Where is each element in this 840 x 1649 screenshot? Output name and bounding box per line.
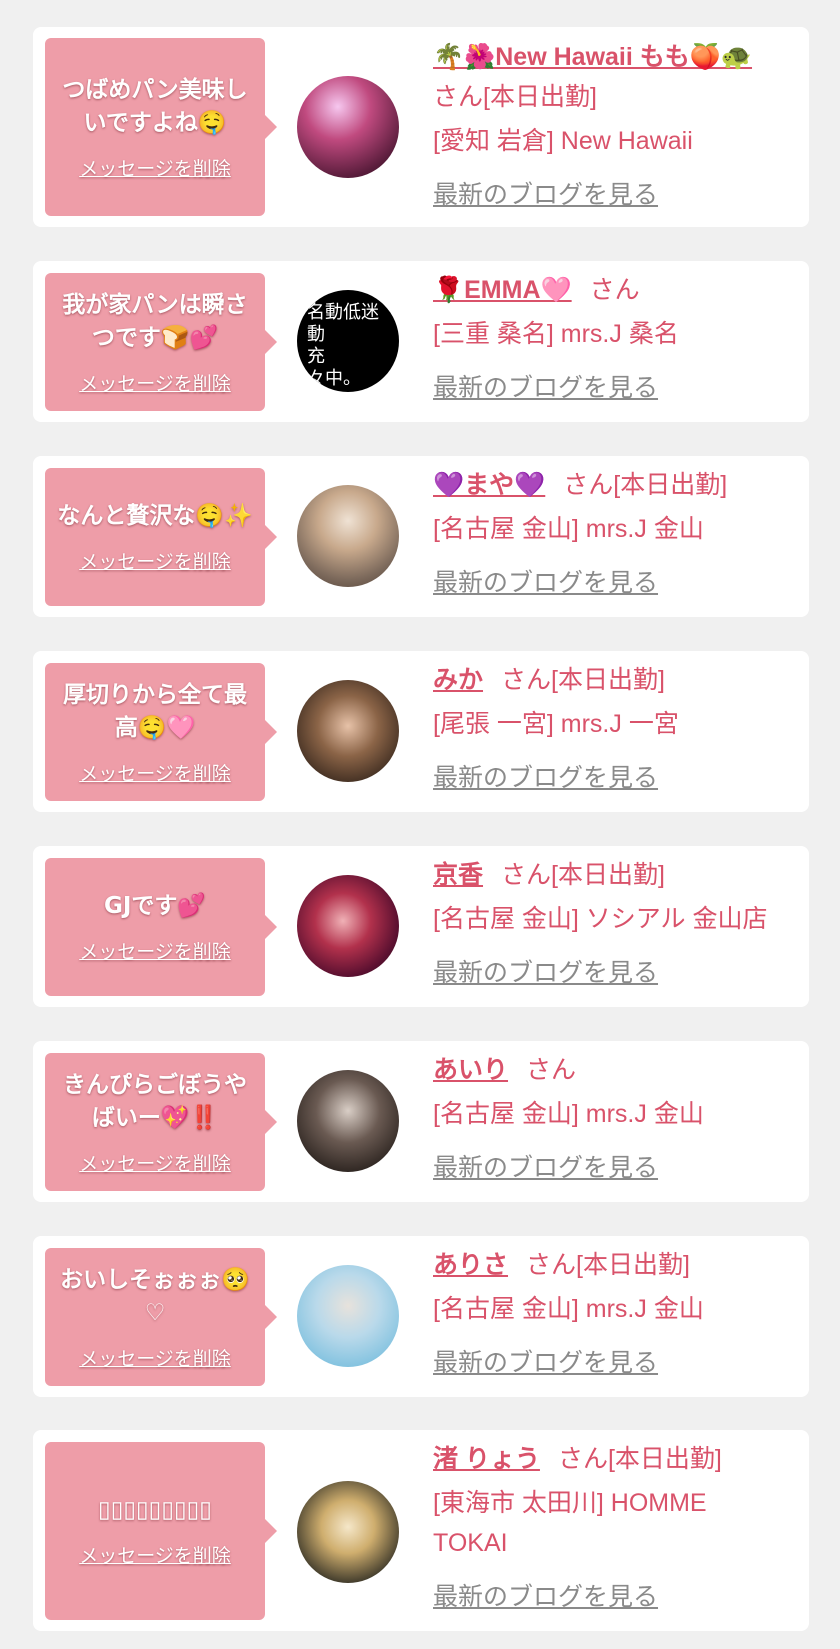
profile-info: 🌹EMMA🩷 さん [三重 桑名] mrs.J 桑名 最新のブログを見る: [433, 270, 793, 404]
name-line: 🌹EMMA🩷 さん: [433, 270, 793, 310]
name-line: 🌴🌺New Hawaii もも🍑🐢: [433, 37, 793, 77]
blog-link[interactable]: 最新のブログを見る: [433, 1577, 658, 1613]
blog-link[interactable]: 最新のブログを見る: [433, 953, 658, 989]
avatar[interactable]: [297, 76, 399, 178]
message-card: ▯▯▯▯▯▯▯▯▯ メッセージを削除 渚 りょう さん[本日出勤] [東海市 太田…: [33, 1430, 809, 1631]
profile-name-link[interactable]: 🌹EMMA🩷: [433, 276, 572, 304]
profile-name-link[interactable]: あいり: [433, 1056, 508, 1084]
message-bubble: ▯▯▯▯▯▯▯▯▯ メッセージを削除: [45, 1442, 277, 1620]
message-bubble: 厚切りから全て最高🤤🩷 メッセージを削除: [45, 663, 277, 801]
avatar[interactable]: [297, 875, 399, 977]
message-text: つばめパン美味しいですよね🤤: [62, 76, 248, 136]
shop-location: [名古屋 金山] mrs.J 金山: [433, 1295, 704, 1323]
message-text: なんと贅沢な🤤✨: [57, 503, 253, 529]
profile-name-link[interactable]: ありさ: [433, 1251, 508, 1279]
name-suffix: さん: [589, 276, 640, 304]
message-text: 我が家パンは瞬さつです🍞💕: [62, 291, 248, 351]
delete-message-link[interactable]: メッセージを削除: [79, 1541, 231, 1568]
message-card: 厚切りから全て最高🤤🩷 メッセージを削除 みか さん[本日出勤] [尾張 一宮] …: [33, 651, 809, 812]
name-suffix: さん[本日出勤]: [433, 83, 597, 111]
name-suffix: さん[本日出勤]: [557, 1445, 722, 1473]
profile-name-link[interactable]: 🌴🌺New Hawaii もも🍑🐢: [433, 43, 752, 71]
avatar[interactable]: [297, 485, 399, 587]
name-suffix: さん[本日出勤]: [501, 666, 665, 694]
profile-name-link[interactable]: みか: [433, 666, 483, 694]
name-suffix: さん[本日出勤]: [501, 861, 665, 889]
blog-link[interactable]: 最新のブログを見る: [433, 563, 658, 599]
message-card: きんぴらごぼうやばいー💖‼️ メッセージを削除 あいり さん [名古屋 金山] m…: [33, 1041, 809, 1202]
message-text: ▯▯▯▯▯▯▯▯▯: [98, 1497, 212, 1523]
name-line: 京香 さん[本日出勤]: [433, 855, 805, 895]
delete-message-link[interactable]: メッセージを削除: [79, 154, 231, 181]
blog-link[interactable]: 最新のブログを見る: [433, 368, 658, 404]
delete-message-link[interactable]: メッセージを削除: [79, 759, 231, 786]
name-suffix: さん: [526, 1056, 577, 1084]
name-line: ありさ さん[本日出勤]: [433, 1245, 793, 1285]
message-list: つばめパン美味しいですよね🤤 メッセージを削除 🌴🌺New Hawaii もも🍑…: [0, 0, 840, 1649]
blog-link[interactable]: 最新のブログを見る: [433, 1343, 658, 1379]
name-suffix: さん[本日出勤]: [526, 1251, 690, 1279]
profile-info: みか さん[本日出勤] [尾張 一宮] mrs.J 一宮 最新のブログを見る: [433, 660, 793, 794]
message-text: きんぴらごぼうやばいー💖‼️: [63, 1071, 247, 1131]
profile-info: 京香 さん[本日出勤] [名古屋 金山] ソシアル 金山店 最新のブログを見る: [433, 855, 805, 989]
message-bubble: GJです💕 メッセージを削除: [45, 858, 277, 996]
profile-info: 渚 りょう さん[本日出勤] [東海市 太田川] HOMME TOKAI 最新のブ…: [433, 1439, 793, 1613]
delete-message-link[interactable]: メッセージを削除: [79, 547, 231, 574]
delete-message-link[interactable]: メッセージを削除: [79, 369, 231, 396]
name-line: あいり さん: [433, 1050, 793, 1090]
avatar[interactable]: [297, 1070, 399, 1172]
profile-info: あいり さん [名古屋 金山] mrs.J 金山 最新のブログを見る: [433, 1050, 793, 1184]
delete-message-link[interactable]: メッセージを削除: [79, 1344, 231, 1371]
message-card: おいしそぉぉぉ🥺♡ メッセージを削除 ありさ さん[本日出勤] [名古屋 金山] …: [33, 1236, 809, 1397]
shop-location: [愛知 岩倉] New Hawaii: [433, 127, 693, 155]
shop-location: [名古屋 金山] mrs.J 金山: [433, 1100, 704, 1128]
message-card: つばめパン美味しいですよね🤤 メッセージを削除 🌴🌺New Hawaii もも🍑…: [33, 27, 809, 227]
name-line: 渚 りょう さん[本日出勤]: [433, 1439, 793, 1479]
message-card: GJです💕 メッセージを削除 京香 さん[本日出勤] [名古屋 金山] ソシアル …: [33, 846, 809, 1007]
delete-message-link[interactable]: メッセージを削除: [79, 937, 231, 964]
delete-message-link[interactable]: メッセージを削除: [79, 1149, 231, 1176]
profile-info: 💜まや💜 さん[本日出勤] [名古屋 金山] mrs.J 金山 最新のブログを見る: [433, 465, 793, 599]
profile-info: ありさ さん[本日出勤] [名古屋 金山] mrs.J 金山 最新のブログを見る: [433, 1245, 793, 1379]
profile-name-link[interactable]: 渚 りょう: [433, 1445, 540, 1473]
message-bubble: 我が家パンは瞬さつです🍞💕 メッセージを削除: [45, 273, 277, 411]
name-suffix: さん[本日出勤]: [563, 471, 728, 499]
avatar[interactable]: [297, 680, 399, 782]
message-bubble: なんと贅沢な🤤✨ メッセージを削除: [45, 468, 277, 606]
message-card: 我が家パンは瞬さつです🍞💕 メッセージを削除 名動低迷 動 充 々中。 🌹EMM…: [33, 261, 809, 422]
name-line: 💜まや💜 さん[本日出勤]: [433, 465, 793, 505]
profile-info: 🌴🌺New Hawaii もも🍑🐢 さん[本日出勤] [愛知 岩倉] New H…: [433, 37, 793, 211]
message-text: GJです💕: [103, 893, 207, 919]
message-card: なんと贅沢な🤤✨ メッセージを削除 💜まや💜 さん[本日出勤] [名古屋 金山] …: [33, 456, 809, 617]
shop-location: [名古屋 金山] ソシアル 金山店: [433, 905, 768, 933]
avatar[interactable]: [297, 1481, 399, 1583]
avatar[interactable]: 名動低迷 動 充 々中。: [297, 290, 399, 392]
blog-link[interactable]: 最新のブログを見る: [433, 175, 658, 211]
message-text: 厚切りから全て最高🤤🩷: [63, 681, 247, 741]
shop-location: [東海市 太田川] HOMME TOKAI: [433, 1489, 707, 1557]
blog-link[interactable]: 最新のブログを見る: [433, 758, 658, 794]
message-bubble: きんぴらごぼうやばいー💖‼️ メッセージを削除: [45, 1053, 277, 1191]
shop-location: [三重 桑名] mrs.J 桑名: [433, 320, 679, 348]
name-line: みか さん[本日出勤]: [433, 660, 793, 700]
shop-location: [尾張 一宮] mrs.J 一宮: [433, 710, 679, 738]
message-bubble: つばめパン美味しいですよね🤤 メッセージを削除: [45, 38, 277, 216]
blog-link[interactable]: 最新のブログを見る: [433, 1148, 658, 1184]
profile-name-link[interactable]: 💜まや💜: [433, 471, 545, 499]
avatar[interactable]: [297, 1265, 399, 1367]
message-bubble: おいしそぉぉぉ🥺♡ メッセージを削除: [45, 1248, 277, 1386]
shop-location: [名古屋 金山] mrs.J 金山: [433, 515, 704, 543]
message-text: おいしそぉぉぉ🥺♡: [60, 1266, 250, 1326]
profile-name-link[interactable]: 京香: [433, 861, 483, 889]
